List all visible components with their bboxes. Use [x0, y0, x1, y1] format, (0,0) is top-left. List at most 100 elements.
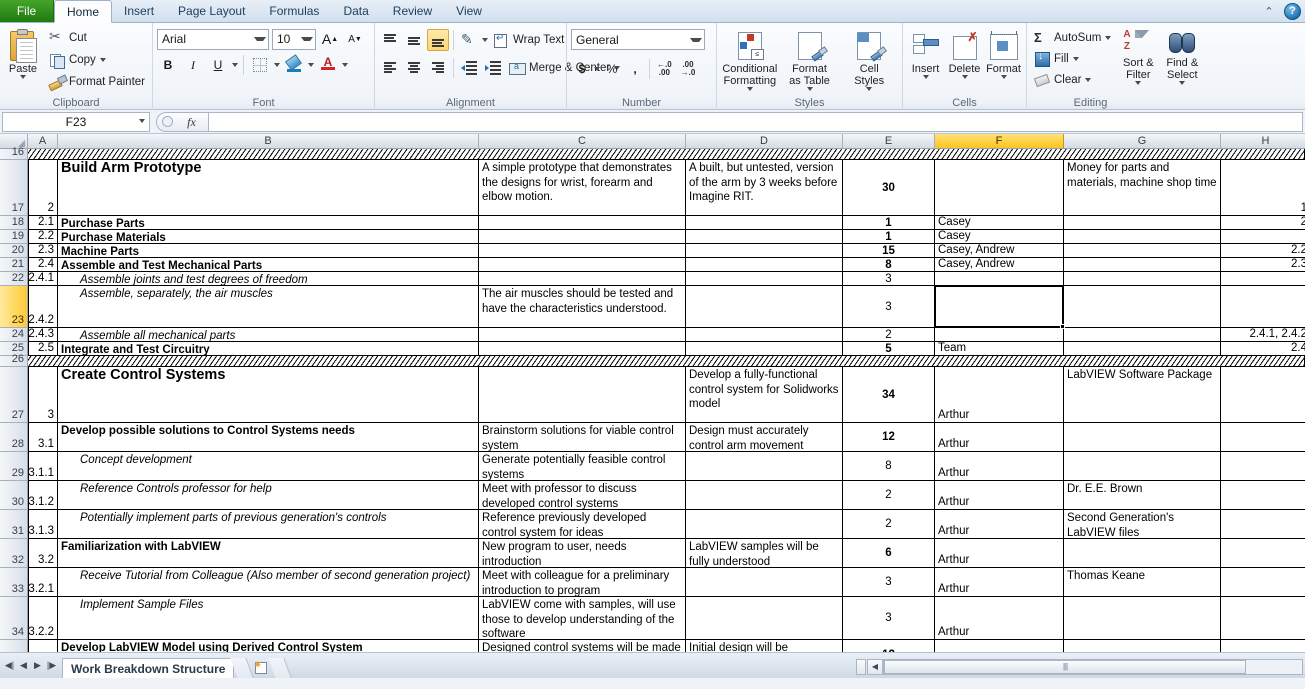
next-sheet-icon[interactable]: ▶ — [31, 660, 44, 671]
cell-H23[interactable] — [1221, 286, 1305, 328]
cell-A24[interactable]: 2.4.3 — [28, 328, 58, 342]
align-center-button[interactable] — [403, 57, 425, 79]
chevron-down-icon[interactable] — [1105, 36, 1112, 40]
cell-H35[interactable]: 3.1, 3.2 — [1221, 640, 1305, 652]
cell-G19[interactable] — [1064, 230, 1221, 244]
col-header-c[interactable]: C — [479, 134, 686, 149]
sheet-tab-work-breakdown-structure[interactable]: Work Breakdown Structure — [62, 658, 235, 678]
chevron-down-icon[interactable] — [19, 75, 26, 79]
insert-function-icon[interactable]: fx — [175, 111, 209, 132]
cell-F34[interactable]: Arthur — [935, 597, 1064, 640]
col-header-h[interactable]: H — [1221, 134, 1305, 149]
col-header-e[interactable]: E — [843, 134, 935, 149]
cell-F31[interactable]: Arthur — [935, 510, 1064, 539]
chevron-down-icon[interactable] — [308, 63, 314, 67]
cell-C35[interactable]: Designed control systems will be made in… — [479, 640, 686, 652]
row-header-24[interactable]: 24 — [0, 328, 28, 342]
paste-button[interactable]: Paste — [4, 27, 42, 79]
tab-data[interactable]: Data — [331, 0, 380, 22]
cell-G18[interactable] — [1064, 216, 1221, 230]
cell-F24[interactable] — [935, 328, 1064, 342]
cell-A29[interactable]: 3.1.1 — [28, 452, 58, 481]
chevron-down-icon[interactable] — [301, 37, 313, 41]
cell-A23[interactable]: 2.4.2 — [28, 286, 58, 328]
cell-D27[interactable]: Develop a fully-functional control syste… — [686, 367, 843, 423]
collapse-ribbon-icon[interactable]: ⌃ — [1260, 2, 1278, 20]
decrease-decimal-button[interactable]: ←.0.00 — [653, 58, 676, 80]
horizontal-scrollbar[interactable]: ◀ |||| — [856, 658, 1303, 675]
cell-B30[interactable]: Reference Controls professor for help — [58, 481, 479, 510]
cell-C17[interactable]: A simple prototype that demonstrates the… — [479, 160, 686, 216]
cell-D35[interactable]: Initial design will be developed — [686, 640, 843, 652]
cell-C29[interactable]: Generate potentially feasible control sy… — [479, 452, 686, 481]
row-header-20[interactable]: 20 — [0, 244, 28, 258]
bold-button[interactable]: B — [157, 54, 179, 76]
cell-F19[interactable]: Casey — [935, 230, 1064, 244]
cell-F22[interactable] — [935, 272, 1064, 286]
tab-insert[interactable]: Insert — [112, 0, 166, 22]
cell-A35[interactable]: 3.3 — [28, 640, 58, 652]
row-header-32[interactable]: 32 — [0, 539, 28, 568]
last-sheet-icon[interactable]: |▶ — [45, 660, 58, 671]
orientation-button[interactable] — [458, 29, 480, 51]
cell-A32[interactable]: 3.2 — [28, 539, 58, 568]
cell-C33[interactable]: Meet with colleague for a preliminary in… — [479, 568, 686, 597]
cell-G33[interactable]: Thomas Keane — [1064, 568, 1221, 597]
format-as-table-button[interactable]: Format as Table — [781, 29, 839, 91]
cell-B35[interactable]: Develop LabVIEW Model using Derived Cont… — [58, 640, 479, 652]
wrap-text-button[interactable]: Wrap Text — [490, 29, 567, 51]
cell-G34[interactable] — [1064, 597, 1221, 640]
cell-C25[interactable] — [479, 342, 686, 356]
cell-H18[interactable]: 2 — [1221, 216, 1305, 230]
cell-E18[interactable]: 1 — [843, 216, 935, 230]
cancel-formula-icon[interactable] — [162, 116, 173, 127]
align-middle-button[interactable] — [403, 29, 425, 51]
cell-B27[interactable]: Create Control Systems — [58, 367, 479, 423]
cell-H34[interactable] — [1221, 597, 1305, 640]
cell-E32[interactable]: 6 — [843, 539, 935, 568]
cell-D31[interactable] — [686, 510, 843, 539]
cell-G22[interactable] — [1064, 272, 1221, 286]
chevron-down-icon[interactable] — [1072, 57, 1079, 61]
row-header-16[interactable]: 16 — [0, 147, 28, 160]
cell-G27[interactable]: LabVIEW Software Package — [1064, 367, 1221, 423]
cell-B32[interactable]: Familiarization with LabVIEW — [58, 539, 479, 568]
cell-C31[interactable]: Reference previously developed control s… — [479, 510, 686, 539]
cell-F28[interactable]: Arthur — [935, 423, 1064, 452]
chevron-down-icon[interactable] — [594, 66, 600, 71]
tab-view[interactable]: View — [444, 0, 494, 22]
cell-G35[interactable] — [1064, 640, 1221, 652]
cell-D28[interactable]: Design must accurately control arm movem… — [686, 423, 843, 452]
cell-B19[interactable]: Purchase Materials — [58, 230, 479, 244]
chevron-down-icon[interactable] — [1135, 81, 1142, 85]
cell-B29[interactable]: Concept development — [58, 452, 479, 481]
cell-E22[interactable]: 3 — [843, 272, 935, 286]
prev-sheet-icon[interactable]: ◀ — [17, 660, 30, 671]
chevron-down-icon[interactable] — [232, 63, 238, 67]
comma-button[interactable]: , — [624, 58, 646, 80]
cell-H17[interactable]: 1 — [1221, 160, 1305, 216]
cell-C30[interactable]: Meet with professor to discuss developed… — [479, 481, 686, 510]
row-header-34[interactable]: 34 — [0, 597, 28, 640]
tab-formulas[interactable]: Formulas — [257, 0, 331, 22]
chevron-down-icon[interactable] — [99, 58, 106, 62]
tab-page-layout[interactable]: Page Layout — [166, 0, 257, 22]
cell-A20[interactable]: 2.3 — [28, 244, 58, 258]
cell-C21[interactable] — [479, 258, 686, 272]
cell-C23[interactable]: The air muscles should be tested and hav… — [479, 286, 686, 328]
col-header-d[interactable]: D — [686, 134, 843, 149]
cell-E23[interactable]: 3 — [843, 286, 935, 328]
cell-C32[interactable]: New program to user, needs introduction — [479, 539, 686, 568]
name-box[interactable]: F23 — [2, 111, 150, 132]
cell-H29[interactable] — [1221, 452, 1305, 481]
row-header-21[interactable]: 21 — [0, 258, 28, 272]
cell-A17[interactable]: 2 — [28, 160, 58, 216]
cell-G20[interactable] — [1064, 244, 1221, 258]
cell-G30[interactable]: Dr. E.E. Brown — [1064, 481, 1221, 510]
row-header-35[interactable]: 35 — [0, 640, 28, 652]
align-left-button[interactable] — [379, 57, 401, 79]
row-header-17[interactable]: 17 — [0, 160, 28, 216]
increase-indent-button[interactable] — [482, 57, 504, 79]
cell-E33[interactable]: 3 — [843, 568, 935, 597]
cell-E20[interactable]: 15 — [843, 244, 935, 258]
